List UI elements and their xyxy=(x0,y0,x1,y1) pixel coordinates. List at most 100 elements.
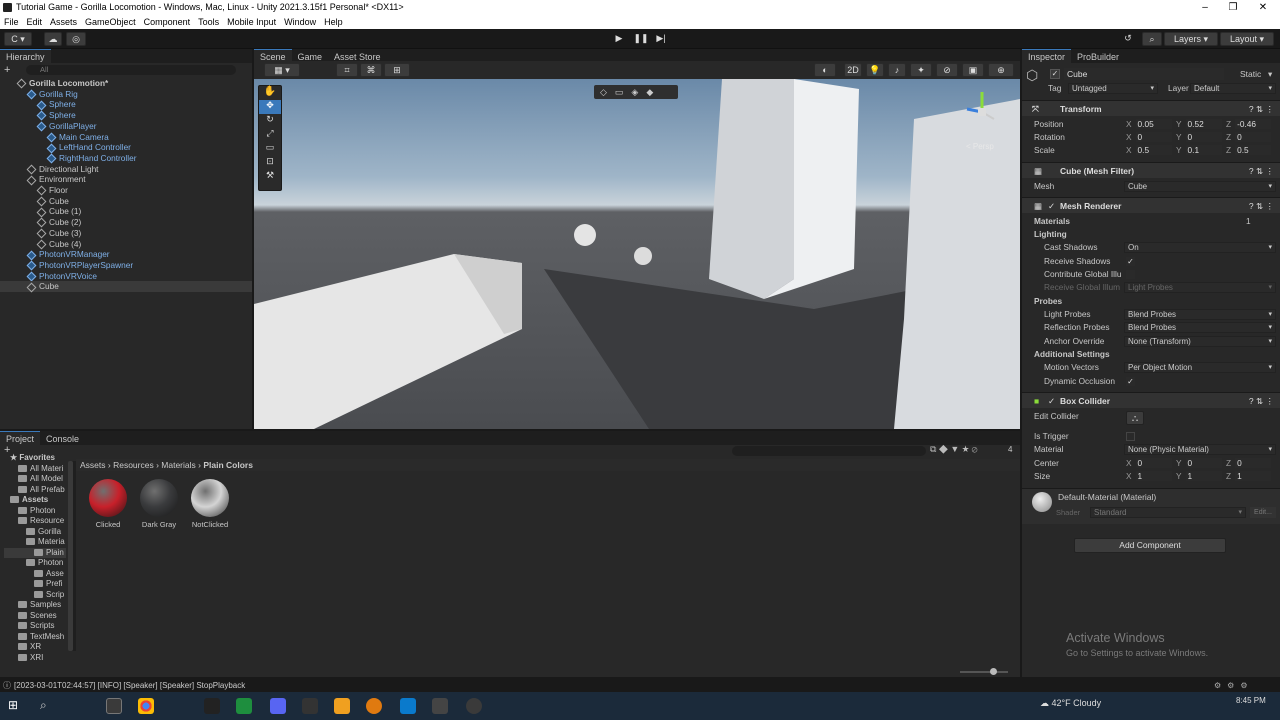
perspective-label[interactable]: < Persp xyxy=(966,142,994,151)
project-tree-item[interactable]: All Prefab xyxy=(18,485,65,496)
project-tree-item[interactable]: Asse xyxy=(34,569,64,580)
project-tree-item[interactable]: ★ Favorites xyxy=(10,453,55,464)
project-tree-item[interactable]: XRI xyxy=(18,653,43,664)
project-tree-item[interactable]: All Model xyxy=(18,474,63,485)
move-tool-icon[interactable]: ✥ xyxy=(259,100,281,114)
box-collider-enabled-checkbox[interactable]: ✓ xyxy=(1048,393,1055,409)
position-z-field[interactable]: Z -0.46 xyxy=(1226,118,1274,131)
hierarchy-item[interactable]: Main Camera xyxy=(46,132,252,143)
tree-scrollbar[interactable] xyxy=(68,461,73,651)
component-menu-icon[interactable]: ? ⇅ ⋮ xyxy=(1249,393,1274,409)
scale-y-field[interactable]: Y 0.1 xyxy=(1176,144,1224,157)
zoom-slider-handle[interactable] xyxy=(990,668,997,675)
blender-taskbar-icon[interactable] xyxy=(366,698,382,714)
project-tree-item[interactable]: All Materi xyxy=(18,464,63,475)
status-icons[interactable]: ⚙⚙⚙ xyxy=(1214,680,1254,692)
hierarchy-item[interactable]: Cube xyxy=(0,281,252,293)
layers-dropdown[interactable]: Layers ▾ xyxy=(1164,32,1218,46)
tab-hierarchy[interactable]: Hierarchy xyxy=(0,49,51,63)
hand-tool-icon[interactable]: ✋ xyxy=(259,86,281,100)
chrome-taskbar-icon[interactable] xyxy=(138,698,154,714)
hierarchy-item[interactable]: PhotonVRPlayerSpawner xyxy=(26,260,252,271)
project-tree-item[interactable]: XR xyxy=(18,642,41,653)
edit-collider-button[interactable]: ⛬ xyxy=(1126,411,1144,425)
physic-material-field[interactable]: None (Physic Material) xyxy=(1124,444,1276,455)
shader-dropdown[interactable]: Standard xyxy=(1090,507,1246,518)
project-tree-item[interactable]: Materia xyxy=(26,537,65,548)
mesh-renderer-enabled-checkbox[interactable]: ✓ xyxy=(1048,198,1055,214)
material-asset[interactable]: Clicked xyxy=(88,479,128,529)
draw-mode-dropdown[interactable]: ▦ ▾ xyxy=(264,63,300,77)
orientation-gizmo[interactable] xyxy=(962,87,1002,137)
tab-project[interactable]: Project xyxy=(0,431,41,445)
active-checkbox[interactable]: ✓ xyxy=(1050,69,1060,79)
hierarchy-item[interactable]: Floor xyxy=(36,185,252,196)
step-button[interactable]: ▶| xyxy=(651,32,671,46)
project-tree-item[interactable]: Assets xyxy=(10,495,48,506)
probes-foldout-label[interactable]: Probes xyxy=(1034,295,1280,308)
scale-tool-icon[interactable]: ⤢ xyxy=(259,128,281,142)
unity-taskbar-icon[interactable] xyxy=(106,698,122,714)
reflection-probes-dropdown[interactable]: Blend Probes xyxy=(1124,322,1276,333)
unity-hub-taskbar-icon[interactable] xyxy=(432,698,448,714)
account-button[interactable]: C ▾ xyxy=(4,32,32,46)
project-tree-item[interactable]: Resource xyxy=(18,516,64,527)
project-tree-item[interactable]: Samples xyxy=(18,600,61,611)
weather-widget[interactable]: ☁ 42°F Cloudy xyxy=(1040,698,1101,709)
menu-item-file[interactable]: File xyxy=(4,15,19,29)
position-x-field[interactable]: X 0.05 xyxy=(1126,118,1174,131)
hierarchy-item[interactable]: PhotonVRManager xyxy=(26,249,252,260)
lighting-toggle-icon[interactable]: 💡 xyxy=(866,63,884,77)
vscode-taskbar-icon[interactable] xyxy=(400,698,416,714)
material-asset[interactable]: Dark Gray xyxy=(139,479,179,529)
motion-vectors-dropdown[interactable]: Per Object Motion xyxy=(1124,362,1276,373)
toggle-2d-button[interactable]: 2D xyxy=(844,63,862,77)
hierarchy-item[interactable]: Environment xyxy=(26,174,252,186)
rotation-x-field[interactable]: X0 xyxy=(1126,131,1174,144)
project-tree-item[interactable]: Plain xyxy=(4,547,66,558)
component-menu-icon[interactable]: ? ⇅ ⋮ xyxy=(1249,163,1274,179)
transform-header[interactable]: Transform ⤧ ? ⇅ ⋮ xyxy=(1022,100,1280,116)
cast-shadows-dropdown[interactable]: On xyxy=(1124,242,1276,253)
search-icon[interactable]: ⌕ xyxy=(1142,32,1162,46)
probuilder-toolbar[interactable]: ◇▭◈◆ xyxy=(594,85,678,99)
hierarchy-item[interactable]: RightHand Controller xyxy=(46,153,252,164)
snap-icon[interactable]: ⌘ xyxy=(360,63,382,77)
add-icon[interactable]: + xyxy=(4,64,14,76)
rect-tool-icon[interactable]: ▭ xyxy=(259,142,281,156)
camera-settings-icon[interactable]: ▣ xyxy=(962,63,984,77)
static-dropdown-icon[interactable]: ▾ xyxy=(1268,69,1272,80)
search-taskbar-icon[interactable]: ⌕ xyxy=(40,698,54,712)
add-component-button[interactable]: Add Component xyxy=(1074,538,1226,553)
lighting-foldout-label[interactable]: Lighting xyxy=(1034,228,1280,241)
center-z-field[interactable]: Z0 xyxy=(1226,457,1274,470)
size-x-field[interactable]: X1 xyxy=(1126,470,1174,483)
gizmos-icon[interactable]: ⊕ xyxy=(988,63,1014,77)
menu-item-component[interactable]: Component xyxy=(144,15,191,29)
layer-dropdown[interactable]: Default xyxy=(1190,83,1276,94)
hierarchy-item[interactable]: PhotonVRVoice xyxy=(26,271,252,282)
menu-item-window[interactable]: Window xyxy=(284,15,316,29)
mesh-field[interactable]: Cube xyxy=(1124,181,1276,192)
dynamic-occlusion-checkbox[interactable]: ✓ xyxy=(1126,377,1135,386)
hierarchy-item[interactable]: Cube (1) xyxy=(36,206,252,218)
tab-inspector[interactable]: Inspector xyxy=(1022,49,1072,63)
light-probes-dropdown[interactable]: Blend Probes xyxy=(1124,309,1276,320)
maximize-icon[interactable]: ❐ xyxy=(1218,0,1248,15)
pause-button[interactable]: ❚❚ xyxy=(631,32,651,46)
layout-dropdown[interactable]: Layout ▾ xyxy=(1220,32,1274,46)
shading-mode-icon[interactable]: ◐ xyxy=(814,63,836,77)
component-menu-icon[interactable]: ? ⇅ ⋮ xyxy=(1249,101,1274,117)
materials-foldout-label[interactable]: Materials xyxy=(1034,215,1280,228)
menu-item-mobile-input[interactable]: Mobile Input xyxy=(227,15,276,29)
minimize-icon[interactable]: – xyxy=(1190,0,1220,15)
hidden-objects-icon[interactable]: ⊘ xyxy=(936,63,958,77)
hierarchy-item[interactable]: Gorilla Rig xyxy=(26,89,252,100)
hierarchy-search-input[interactable]: All xyxy=(26,65,236,75)
tab-console[interactable]: Console xyxy=(40,432,85,446)
center-y-field[interactable]: Y0 xyxy=(1176,457,1224,470)
box-collider-header[interactable]: Box Collider ■ ✓ ? ⇅ ⋮ xyxy=(1022,392,1280,408)
project-filter-icons[interactable]: ⧉ ◆ ▼ ★ ⊘ xyxy=(930,444,978,455)
github-taskbar-icon[interactable] xyxy=(204,698,220,714)
scale-x-field[interactable]: X 0.5 xyxy=(1126,144,1174,157)
